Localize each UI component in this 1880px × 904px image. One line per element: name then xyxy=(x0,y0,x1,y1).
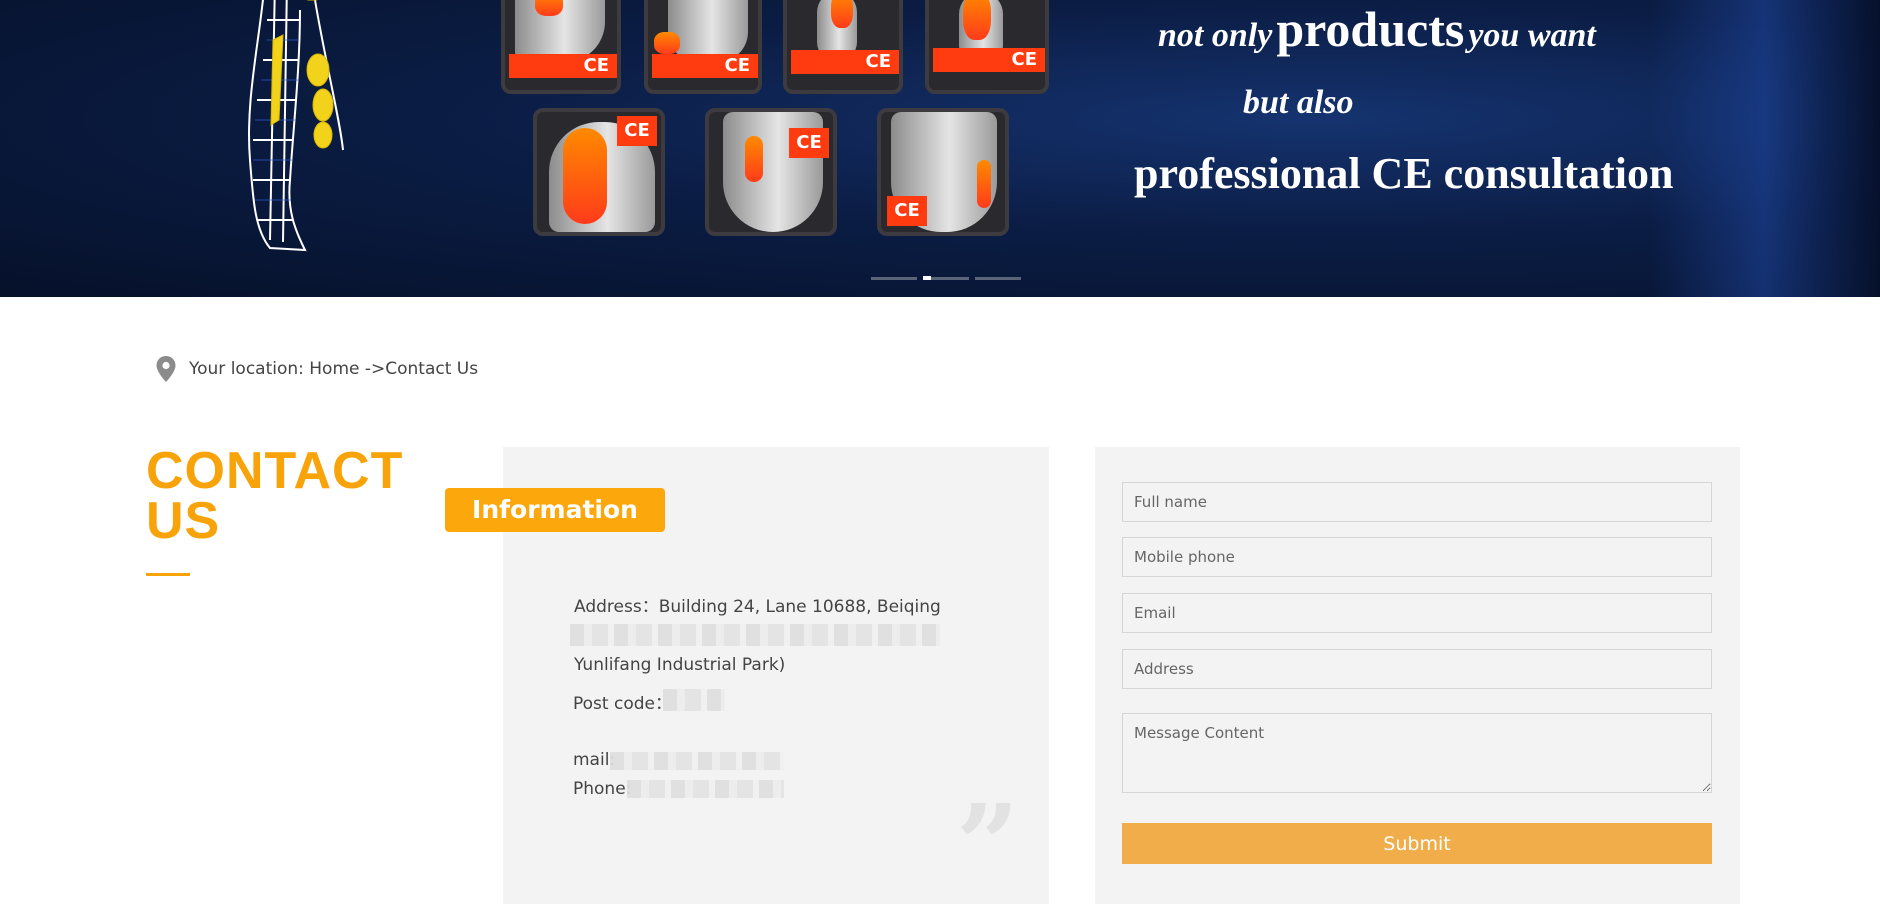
title-underline xyxy=(146,573,190,576)
ce-product-tile: CE xyxy=(925,0,1049,94)
postcode-label: Post code： xyxy=(573,694,672,714)
phone-label: Phone: xyxy=(573,779,632,799)
wireframe-body-illustration xyxy=(247,0,344,252)
slogan-line-2: but also xyxy=(1243,84,1354,121)
address-line-1: Address：Building 24, Lane 10688, Beiqing xyxy=(574,597,941,617)
quote-mark-icon: ” xyxy=(956,780,1020,904)
ce-product-tile: CE xyxy=(501,0,621,94)
breadcrumb: Your location: Home ->Contact Us xyxy=(155,355,478,383)
ce-product-tile: CE xyxy=(783,0,903,94)
slogan-you-want: you want xyxy=(1468,17,1596,54)
submit-button[interactable]: Submit xyxy=(1122,823,1712,864)
ce-label: CE xyxy=(789,128,829,158)
full-name-input[interactable] xyxy=(1122,482,1712,522)
ce-label: CE xyxy=(887,196,927,226)
redacted-mail xyxy=(610,752,784,770)
slogan-not-only: not only xyxy=(1158,17,1273,54)
contact-us-heading: CONTACT US xyxy=(146,442,406,550)
redacted-address xyxy=(570,624,940,646)
ce-label: CE xyxy=(652,54,758,78)
carousel-dot-1[interactable] xyxy=(871,277,917,280)
contact-title-line-1: CONTACT xyxy=(146,442,404,500)
ce-product-tile: CE xyxy=(533,108,665,236)
banner-glow xyxy=(1650,0,1880,297)
slogan-products: products xyxy=(1276,1,1465,57)
redacted-phone xyxy=(627,780,784,798)
carousel-dot-3[interactable] xyxy=(975,277,1021,280)
ce-label: CE xyxy=(791,50,899,74)
ce-product-tile: CE xyxy=(877,108,1009,236)
breadcrumb-text: Your location: Home ->Contact Us xyxy=(189,359,479,379)
ce-label: CE xyxy=(933,48,1045,72)
ce-label: CE xyxy=(509,54,617,78)
location-pin-icon xyxy=(156,356,176,382)
information-tag: Information xyxy=(445,488,665,532)
mail-label: mail: xyxy=(573,750,616,770)
slogan-line-1: not only products you want xyxy=(1158,0,1596,58)
address-line-3: Yunlifang Industrial Park) xyxy=(574,655,786,675)
carousel-indicators xyxy=(871,276,1021,280)
slogan-line-3: professional CE consultation xyxy=(1134,149,1674,198)
ce-product-tile: CE xyxy=(705,108,837,236)
contact-title-line-2: US xyxy=(146,492,221,550)
hero-banner: CE CE CE CE CE CE CE not only products y… xyxy=(0,0,1880,297)
ce-product-tile: CE xyxy=(644,0,762,94)
ce-label: CE xyxy=(617,116,657,146)
address-input[interactable] xyxy=(1122,649,1712,689)
redacted-postcode xyxy=(663,689,725,711)
carousel-dot-2-active[interactable] xyxy=(923,276,969,280)
mobile-phone-input[interactable] xyxy=(1122,537,1712,577)
message-content-textarea[interactable] xyxy=(1122,713,1712,793)
email-input[interactable] xyxy=(1122,593,1712,633)
